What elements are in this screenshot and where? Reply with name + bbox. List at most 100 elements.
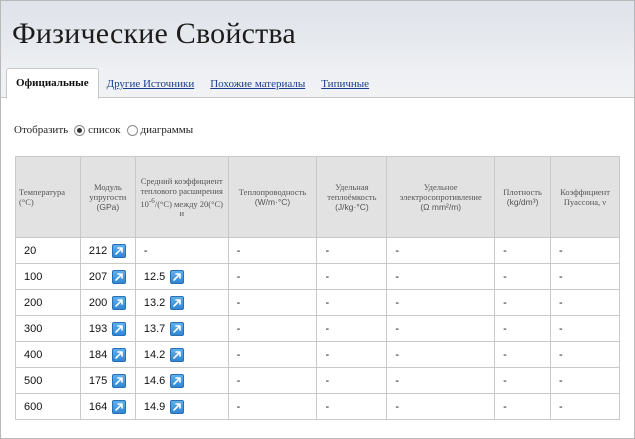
tab-typical[interactable]: Типичные [313, 70, 377, 98]
cell-value: 207 [88, 270, 108, 283]
cell-value: - [325, 244, 330, 257]
page-frame: Физические Свойства Официальные Другие Ис… [0, 0, 635, 439]
page-header: Физические Свойства Официальные Другие Ис… [1, 1, 634, 99]
table-row: 20 212 - - - - - - [15, 237, 620, 264]
tab-bar: Официальные Другие Источники Похожие матер… [6, 68, 377, 99]
cell-value: - [143, 244, 148, 257]
chart-link-icon[interactable] [112, 399, 127, 414]
cell-cte: - [134, 237, 229, 264]
cell-heat: - [316, 263, 388, 290]
cell-value: 14.2 [143, 348, 166, 361]
cell-value: 14.9 [143, 400, 166, 413]
chart-link-icon[interactable] [170, 269, 185, 284]
cell-value: 14.6 [143, 374, 166, 387]
page-title: Физические Свойства [12, 17, 296, 50]
cell-modulus: 207 [79, 263, 136, 290]
header-cte: Средний коэффициент теплового расширения… [134, 156, 229, 238]
cell-value: - [236, 374, 241, 387]
radio-list-label[interactable]: список [88, 124, 120, 136]
cell-density: - [494, 367, 552, 394]
cell-modulus: 164 [79, 393, 136, 420]
cell-density: - [494, 263, 552, 290]
cell-value: - [559, 374, 563, 387]
properties-table: Температура (°C) Модуль упругости (GPa) С… [15, 156, 620, 420]
tab-other-sources[interactable]: Другие Источники [99, 70, 203, 98]
cell-value: - [395, 296, 399, 309]
cell-cte: 12.5 [134, 263, 229, 290]
cell-cte: 14.6 [134, 367, 229, 394]
cell-conductivity: - [227, 393, 318, 420]
cell-value: 300 [24, 322, 43, 335]
cell-value: - [503, 296, 507, 309]
table-row: 400 184 14.2 - - - - - [15, 341, 620, 368]
cell-temp: 500 [15, 367, 81, 394]
table-row: 500 175 14.6 - - - - - [15, 367, 620, 394]
cell-modulus: 212 [79, 237, 136, 264]
cell-resistivity: - [386, 315, 496, 342]
cell-resistivity: - [386, 367, 496, 394]
radio-list[interactable] [74, 124, 86, 136]
header-conductivity: Теплопроводность (W/m·°C) [227, 156, 318, 238]
chart-link-icon[interactable] [170, 295, 185, 310]
cell-value: 600 [24, 400, 43, 413]
header-poisson: Коэффициент Пуассона, ν [550, 156, 620, 238]
chart-link-icon[interactable] [170, 399, 185, 414]
radio-charts[interactable] [126, 124, 138, 136]
cell-value: 193 [88, 322, 108, 335]
chart-link-icon[interactable] [112, 243, 127, 258]
header-heat-capacity: Удельная теплоёмкость (J/kg·°C) [316, 156, 388, 238]
cell-value: 12.5 [143, 270, 166, 283]
cell-value: 13.7 [143, 322, 166, 335]
cell-value: 100 [24, 270, 43, 283]
chart-link-icon[interactable] [112, 347, 127, 362]
chart-link-icon[interactable] [170, 321, 185, 336]
cell-poisson: - [550, 341, 620, 368]
cell-value: - [236, 296, 241, 309]
chart-link-icon[interactable] [112, 269, 127, 284]
cell-conductivity: - [227, 263, 318, 290]
cell-value: - [395, 400, 399, 413]
cell-poisson: - [550, 237, 620, 264]
cell-density: - [494, 237, 552, 264]
cell-value: - [503, 374, 507, 387]
cell-cte: 14.2 [134, 341, 229, 368]
cell-value: - [503, 322, 507, 335]
table-header-row: Температура (°C) Модуль упругости (GPa) С… [15, 156, 620, 238]
cell-value: 184 [88, 348, 108, 361]
header-density: Плотность (kg/dm³) [494, 156, 552, 238]
radio-charts-label[interactable]: диаграммы [141, 124, 194, 136]
tab-official[interactable]: Официальные [6, 68, 99, 99]
cell-value: 500 [24, 374, 43, 387]
chart-link-icon[interactable] [112, 295, 127, 310]
cell-temp: 400 [15, 341, 81, 368]
cell-conductivity: - [227, 367, 318, 394]
chart-link-icon[interactable] [170, 347, 185, 362]
cell-value: - [325, 322, 330, 335]
cell-value: - [325, 374, 330, 387]
cell-value: 175 [88, 374, 108, 387]
cell-cte: 13.7 [134, 315, 229, 342]
tab-similar-materials[interactable]: Похожие материалы [202, 70, 313, 98]
cell-value: - [325, 296, 330, 309]
chart-link-icon[interactable] [170, 373, 185, 388]
table-row: 200 200 13.2 - - - - - [15, 289, 620, 316]
cell-modulus: 175 [79, 367, 136, 394]
cell-value: - [503, 348, 507, 361]
cell-conductivity: - [227, 237, 318, 264]
cell-value: - [236, 270, 241, 283]
cell-temp: 300 [15, 315, 81, 342]
cell-poisson: - [550, 367, 620, 394]
cell-value: - [236, 322, 241, 335]
cell-temp: 20 [15, 237, 81, 264]
cell-value: 20 [24, 244, 37, 257]
header-modulus: Модуль упругости (GPa) [79, 156, 136, 238]
chart-link-icon[interactable] [112, 373, 127, 388]
cell-value: - [395, 244, 399, 257]
cell-resistivity: - [386, 341, 496, 368]
cell-value: - [559, 348, 563, 361]
cell-heat: - [316, 289, 388, 316]
chart-link-icon[interactable] [112, 321, 127, 336]
cell-modulus: 184 [79, 341, 136, 368]
cell-value: 212 [88, 244, 108, 257]
cell-value: - [503, 244, 507, 257]
